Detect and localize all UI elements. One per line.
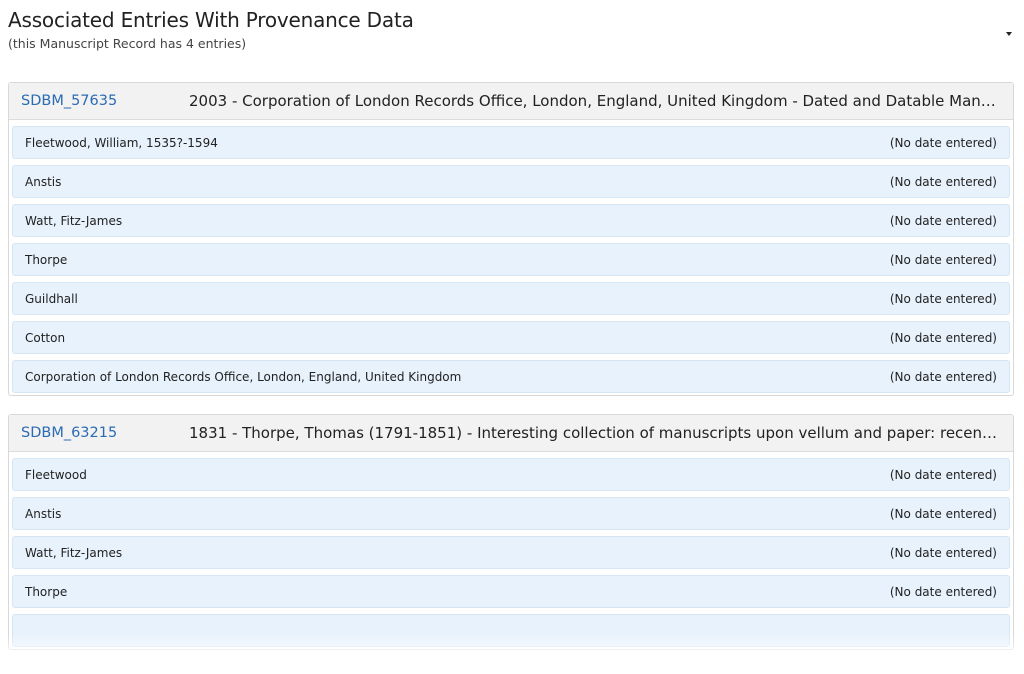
provenance-date: (No date entered) [889, 467, 997, 482]
provenance-row[interactable]: Fleetwood, William, 1535?-1594 (No date … [12, 126, 1010, 159]
provenance-row[interactable]: Guildhall (No date entered) [12, 282, 1010, 315]
provenance-row[interactable] [12, 614, 1010, 647]
entry-group-header: SDBM_63215 1831 - Thorpe, Thomas (1791-1… [9, 415, 1013, 452]
caret-down-icon[interactable] [1006, 32, 1012, 36]
provenance-date: (No date entered) [889, 330, 997, 345]
page: Associated Entries With Provenance Data … [0, 0, 1024, 674]
provenance-date: (No date entered) [889, 369, 997, 384]
provenance-date: (No date entered) [889, 545, 997, 560]
provenance-name: Corporation of London Records Office, Lo… [25, 369, 462, 384]
provenance-name: Watt, Fitz-James [25, 545, 123, 560]
section-header: Associated Entries With Provenance Data … [8, 6, 1016, 66]
provenance-row[interactable]: Thorpe (No date entered) [12, 243, 1010, 276]
entry-count-subtitle: (this Manuscript Record has 4 entries) [8, 36, 247, 51]
provenance-date: (No date entered) [889, 135, 997, 150]
entry-summary: 2003 - Corporation of London Records Off… [189, 92, 1001, 110]
provenance-row[interactable]: Corporation of London Records Office, Lo… [12, 360, 1010, 393]
provenance-name: Guildhall [25, 291, 78, 306]
provenance-row[interactable]: Cotton (No date entered) [12, 321, 1010, 354]
provenance-name: Thorpe [25, 584, 68, 599]
section-title: Associated Entries With Provenance Data [8, 8, 414, 32]
entry-group: SDBM_57635 2003 - Corporation of London … [8, 82, 1014, 396]
provenance-date: (No date entered) [889, 213, 997, 228]
provenance-row[interactable]: Fleetwood (No date entered) [12, 458, 1010, 491]
provenance-name: Anstis [25, 174, 62, 189]
provenance-date: (No date entered) [889, 174, 997, 189]
entry-group-header: SDBM_57635 2003 - Corporation of London … [9, 83, 1013, 120]
provenance-row[interactable]: Watt, Fitz-James (No date entered) [12, 536, 1010, 569]
provenance-date: (No date entered) [889, 291, 997, 306]
provenance-row[interactable]: Watt, Fitz-James (No date entered) [12, 204, 1010, 237]
provenance-name: Fleetwood, William, 1535?-1594 [25, 135, 218, 150]
provenance-row[interactable]: Anstis (No date entered) [12, 497, 1010, 530]
entry-id-link[interactable]: SDBM_57635 [21, 93, 189, 109]
entry-group: SDBM_63215 1831 - Thorpe, Thomas (1791-1… [8, 414, 1014, 650]
provenance-name: Cotton [25, 330, 66, 345]
provenance-groups: SDBM_57635 2003 - Corporation of London … [8, 82, 1014, 668]
provenance-name: Watt, Fitz-James [25, 213, 123, 228]
entry-id-link[interactable]: SDBM_63215 [21, 425, 189, 441]
provenance-row[interactable]: Thorpe (No date entered) [12, 575, 1010, 608]
entry-summary: 1831 - Thorpe, Thomas (1791-1851) - Inte… [189, 424, 1001, 442]
provenance-date: (No date entered) [889, 584, 997, 599]
provenance-name: Anstis [25, 506, 62, 521]
provenance-date: (No date entered) [889, 252, 997, 267]
provenance-name: Thorpe [25, 252, 68, 267]
provenance-row[interactable]: Anstis (No date entered) [12, 165, 1010, 198]
provenance-name: Fleetwood [25, 467, 87, 482]
provenance-date: (No date entered) [889, 506, 997, 521]
